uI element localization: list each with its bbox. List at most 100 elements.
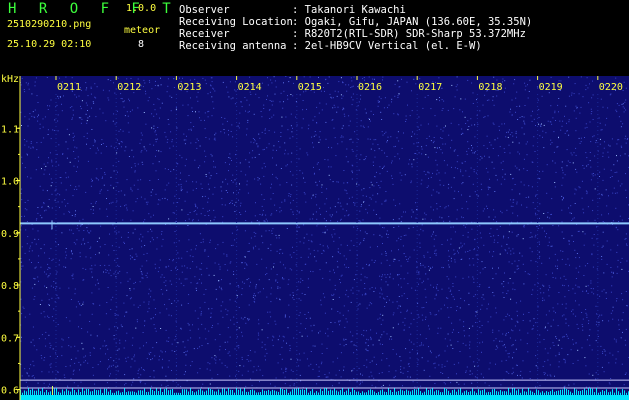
noise-dot <box>488 99 490 101</box>
noise-dot <box>421 148 423 150</box>
noise-dot <box>58 164 60 166</box>
noise-dot <box>436 284 438 286</box>
noise-dot <box>148 293 150 295</box>
noise-dot <box>381 149 383 151</box>
noise-dot <box>73 242 75 244</box>
noise-dot <box>600 98 602 100</box>
noise-dot <box>336 95 338 97</box>
noise-dot <box>506 371 508 373</box>
y-tick-label: 0.8 <box>1 281 19 292</box>
noise-dot <box>37 230 39 232</box>
noise-dot <box>71 215 73 216</box>
noise-dot <box>402 245 404 247</box>
noise-dot <box>612 318 614 320</box>
noise-dot <box>126 207 128 209</box>
noise-dot <box>96 241 98 242</box>
noise-floor-spike <box>488 391 489 395</box>
noise-dot <box>146 150 148 152</box>
noise-dot <box>613 338 615 340</box>
noise-floor-spike <box>624 390 625 395</box>
noise-dot <box>550 375 552 377</box>
noise-dot <box>155 141 157 143</box>
noise-dot <box>257 177 259 178</box>
noise-dot <box>409 159 411 161</box>
noise-dot <box>234 300 236 302</box>
noise-dot <box>512 330 514 332</box>
noise-dot <box>450 382 452 384</box>
noise-dot <box>427 123 429 125</box>
noise-dot <box>538 251 540 253</box>
noise-dot <box>129 289 131 291</box>
noise-dot <box>59 206 60 208</box>
noise-dot <box>596 321 598 323</box>
noise-dot <box>350 240 352 242</box>
noise-dot <box>22 162 23 164</box>
noise-dot <box>538 123 539 125</box>
noise-dot <box>339 279 341 280</box>
noise-dot <box>126 272 128 274</box>
noise-dot <box>596 238 598 240</box>
noise-floor-spike <box>398 391 399 395</box>
noise-dot <box>125 360 127 362</box>
noise-dot <box>477 195 479 197</box>
noise-dot <box>605 292 607 294</box>
noise-dot <box>325 262 327 264</box>
noise-floor-spike <box>202 390 203 395</box>
noise-dot <box>503 237 504 239</box>
noise-dot <box>151 127 153 129</box>
noise-dot <box>493 209 495 211</box>
noise-dot <box>345 84 347 86</box>
noise-dot <box>512 357 513 359</box>
noise-floor-spike <box>252 389 253 395</box>
noise-dot <box>156 237 158 239</box>
noise-dot <box>104 340 106 342</box>
noise-dot <box>405 256 407 258</box>
noise-dot <box>301 292 303 294</box>
noise-dot <box>515 132 517 134</box>
noise-dot <box>234 103 236 105</box>
noise-dot <box>391 98 393 100</box>
noise-dot <box>413 143 415 145</box>
noise-dot <box>370 339 372 341</box>
noise-dot <box>78 117 80 119</box>
noise-floor-spike <box>86 389 87 395</box>
noise-dot <box>592 94 594 96</box>
noise-floor-spike <box>240 388 241 395</box>
noise-dot <box>464 116 466 118</box>
noise-dot <box>500 183 502 185</box>
noise-dot <box>172 380 174 382</box>
noise-dot <box>29 313 31 315</box>
noise-dot <box>366 338 368 340</box>
noise-dot <box>623 107 625 109</box>
noise-dot <box>511 189 513 191</box>
noise-dot <box>322 293 324 295</box>
noise-dot <box>492 292 494 293</box>
noise-dot <box>114 314 116 316</box>
noise-dot <box>495 174 497 176</box>
noise-dot <box>301 270 303 271</box>
noise-dot <box>21 336 22 338</box>
noise-dot <box>560 250 562 252</box>
noise-dot <box>108 254 110 256</box>
noise-dot <box>130 297 132 299</box>
noise-dot <box>597 336 599 337</box>
noise-dot <box>483 376 484 378</box>
noise-dot <box>51 297 53 299</box>
noise-dot <box>310 240 312 242</box>
noise-dot <box>86 227 88 229</box>
noise-dot <box>289 171 291 173</box>
noise-dot <box>147 100 149 102</box>
noise-dot <box>173 242 175 244</box>
noise-dot <box>496 179 498 181</box>
noise-dot <box>232 97 234 99</box>
noise-floor-spike <box>188 391 189 395</box>
noise-dot <box>153 103 155 105</box>
noise-dot <box>302 172 304 174</box>
noise-dot <box>436 208 438 210</box>
noise-dot <box>112 120 114 122</box>
noise-floor-spike <box>486 392 487 395</box>
noise-floor-spike <box>356 391 357 395</box>
noise-dot <box>197 140 199 142</box>
noise-dot <box>299 226 301 228</box>
noise-dot <box>266 352 268 354</box>
